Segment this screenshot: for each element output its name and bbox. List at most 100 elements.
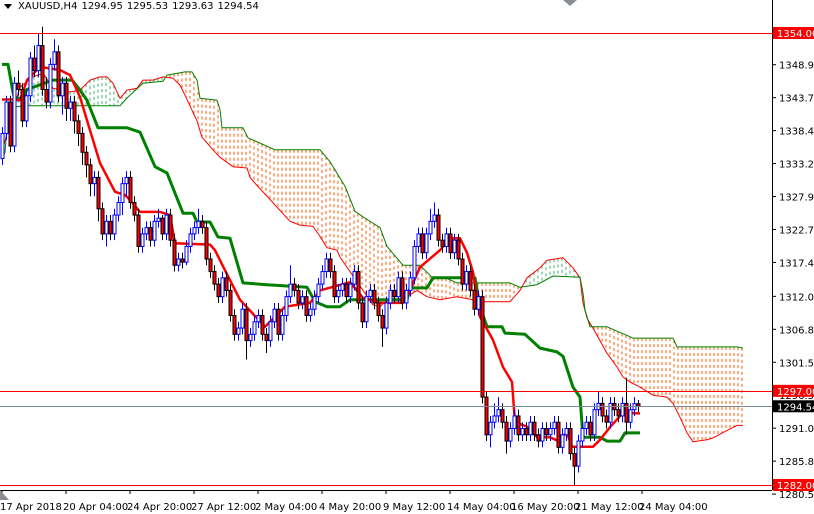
candle-body: [168, 214, 173, 241]
candle-body: [84, 151, 89, 166]
candle-body: [444, 233, 449, 247]
horizontal-levels[interactable]: [0, 33, 772, 486]
candle-bearish: [484, 390, 489, 442]
candle-bullish: [256, 309, 261, 329]
candle-body: [472, 289, 477, 310]
candle-body: [320, 271, 325, 285]
candle-bullish: [528, 415, 533, 442]
candle-body: [356, 271, 361, 304]
candle-body: [524, 428, 529, 436]
candle-body: [368, 289, 373, 298]
time-tick-label: 20 Apr 04:00: [63, 502, 128, 513]
candle-bearish: [436, 208, 441, 247]
candle-body: [636, 403, 641, 407]
price-tick-label: 1322.70: [779, 225, 814, 236]
time-tick-label: 4 May 20:00: [319, 502, 381, 513]
candle-bearish: [160, 215, 165, 241]
candle-body: [40, 45, 45, 90]
candle-body: [284, 296, 289, 316]
candle-body: [576, 440, 581, 467]
candle-body: [52, 51, 57, 65]
candle-bearish: [380, 309, 385, 347]
candle-body: [268, 321, 273, 342]
candle-bullish: [124, 171, 129, 197]
candle-bearish: [208, 252, 213, 278]
candle-body: [192, 227, 197, 235]
candle-bullish: [120, 177, 125, 216]
level-price-label: 1354.00: [777, 29, 814, 40]
candle-bearish: [16, 70, 21, 96]
candle-bullish: [272, 302, 277, 329]
candle-body: [352, 271, 357, 285]
candle-bullish: [324, 252, 329, 278]
candle-body: [408, 277, 413, 291]
candle-bearish: [80, 127, 85, 165]
candle-body: [504, 421, 509, 442]
candle-bullish: [140, 227, 145, 253]
candle-body: [280, 315, 285, 335]
candle-body: [80, 132, 85, 153]
candle-bullish: [116, 196, 121, 222]
candle-body: [360, 302, 365, 323]
candle-bullish: [144, 221, 149, 241]
candle-body: [60, 82, 65, 97]
candle-body: [220, 277, 225, 298]
candle-bullish: [220, 271, 225, 303]
price-tick-label: 1306.80: [779, 325, 814, 336]
candle-body: [580, 428, 585, 442]
price-tick-label: 1343.70: [779, 94, 814, 105]
candle-bullish: [300, 290, 305, 310]
candle-body: [404, 289, 409, 304]
candle-bearish: [204, 221, 209, 266]
candle-body: [24, 95, 29, 122]
candle-body: [552, 421, 557, 430]
chart-end-marker-icon[interactable]: [563, 0, 577, 6]
price-tick-label: 1312.05: [779, 292, 814, 303]
candle-body: [316, 283, 321, 298]
candle-bullish: [620, 397, 625, 423]
candle-body: [132, 202, 137, 216]
candle-body: [536, 434, 541, 442]
candle-body: [16, 82, 21, 90]
candle-body: [500, 409, 505, 423]
candle-body: [476, 296, 481, 310]
candle-body: [400, 277, 405, 304]
candle-body: [600, 402, 605, 417]
candle-bearish: [480, 290, 485, 404]
candle-bearish: [532, 415, 537, 442]
candle-body: [548, 428, 553, 436]
candle-body: [188, 233, 193, 247]
candle-bearish: [216, 277, 221, 303]
candle-body: [452, 239, 457, 254]
candle-body: [540, 428, 545, 442]
candle-bearish: [460, 252, 465, 291]
candle-body: [344, 283, 349, 298]
price-chart[interactable]: 1348.95 1343.70 1338.45 1333.20 1327.95 1322.…: [0, 0, 814, 514]
candle-bullish: [444, 227, 449, 253]
candle-body: [36, 45, 41, 72]
candle-bearish: [108, 215, 113, 241]
candle-bearish: [132, 196, 137, 222]
candle-body: [324, 258, 329, 273]
candle-body: [628, 409, 633, 423]
candle-body: [44, 89, 49, 103]
candle-body: [592, 409, 597, 436]
candle-body: [568, 428, 573, 455]
candle-body: [160, 217, 165, 235]
senkou-span-b-line: [1, 71, 744, 349]
candle-bullish: [12, 76, 17, 153]
candle-bearish: [276, 302, 281, 341]
candle-body: [532, 421, 537, 436]
candle-body: [88, 164, 93, 185]
candle-body: [140, 233, 145, 247]
time-tick-label: 21 May 12:00: [575, 502, 644, 513]
candle-body: [232, 315, 237, 335]
chart-shift-marker-icon[interactable]: [0, 490, 9, 500]
candle-body: [528, 421, 533, 436]
candle-body: [388, 289, 393, 304]
candle-body: [164, 214, 169, 235]
candle-bullish: [252, 315, 257, 341]
candle-bearish: [200, 215, 205, 234]
candle-body: [152, 220, 157, 241]
candle-bearish: [556, 415, 561, 454]
